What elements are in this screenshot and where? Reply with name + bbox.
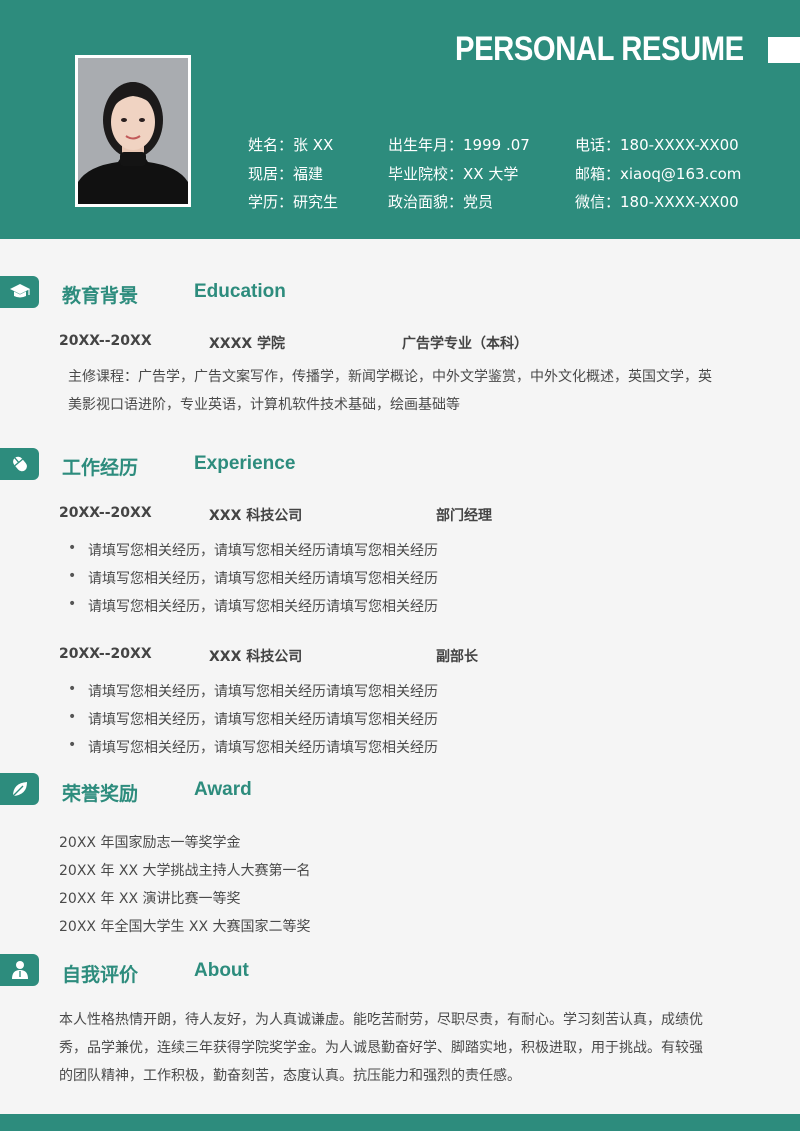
award-item: 20XX 年国家励志一等奖学金: [59, 835, 241, 851]
experience-title-cn: 工作经历: [62, 457, 139, 479]
education-tab: [0, 276, 39, 308]
profile-photo-frame: [75, 55, 191, 207]
education-courses-line1: 主修课程：广告学，广告文案写作，传播学，新闻学概论，中外文学鉴赏，中外文化概述，…: [68, 369, 712, 385]
info-wechat: 微信：180-XXXX-XX00: [575, 193, 739, 211]
graduation-cap-icon: [9, 284, 30, 298]
award-title-cn: 荣誉奖励: [62, 783, 139, 805]
about-title-cn: 自我评价: [62, 964, 139, 986]
job1-item: 请填写您相关经历，请填写您相关经历请填写您相关经历: [68, 568, 438, 588]
education-title-en: Education: [194, 281, 286, 302]
title-accent-bar: [768, 37, 800, 63]
education-courses-line2: 美影视口语进阶，专业英语，计算机软件技术基础，绘画基础等: [68, 397, 460, 413]
job2-item: 请填写您相关经历，请填写您相关经历请填写您相关经历: [68, 737, 438, 757]
info-degree: 学历：研究生: [248, 193, 339, 211]
job2-item: 请填写您相关经历，请填写您相关经历请填写您相关经历: [68, 681, 438, 701]
education-major: 广告学专业（本科）: [402, 336, 528, 352]
job1-period: 20XX--20XX: [59, 505, 152, 521]
mouse-icon: [12, 456, 27, 472]
about-line2: 秀，品学兼优，连续三年获得学院奖学金。为人诚恳勤奋好学、脚踏实地，积极进取，用于…: [59, 1040, 703, 1056]
leaf-icon: [12, 782, 27, 797]
award-item: 20XX 年全国大学生 XX 大赛国家二等奖: [59, 919, 311, 935]
education-school: XXXX 学院: [209, 336, 286, 352]
experience-title-en: Experience: [194, 453, 296, 474]
info-phone: 电话：180-XXXX-XX00: [575, 136, 739, 154]
about-line3: 的团队精神，工作积极，勤奋刻苦，态度认真。抗压能力和强烈的责任感。: [59, 1068, 521, 1084]
job2-item: 请填写您相关经历，请填写您相关经历请填写您相关经历: [68, 709, 438, 729]
info-politics: 政治面貌：党员: [388, 193, 494, 211]
job1-role: 部门经理: [436, 508, 492, 524]
footer-bar: [0, 1114, 800, 1131]
job2-company: XXX 科技公司: [209, 649, 303, 665]
award-tab: [0, 773, 39, 805]
info-name: 姓名：张 XX: [248, 136, 334, 154]
about-tab: [0, 954, 39, 986]
resume-title: PERSONAL RESUME: [455, 30, 744, 68]
job1-item: 请填写您相关经历，请填写您相关经历请填写您相关经历: [68, 596, 438, 616]
about-title-en: About: [194, 960, 249, 981]
award-title-en: Award: [194, 779, 252, 800]
person-icon: [11, 961, 28, 979]
profile-photo: [78, 58, 188, 204]
info-email: 邮箱：xiaoq@163.com: [575, 165, 742, 183]
job1-company: XXX 科技公司: [209, 508, 303, 524]
job2-role: 副部长: [436, 649, 478, 665]
job1-item: 请填写您相关经历，请填写您相关经历请填写您相关经历: [68, 540, 438, 560]
header-banner: PERSONAL RESUME 姓名：张 XX 现居：福建 学历：研究生 出生年…: [0, 0, 800, 239]
info-location: 现居：福建: [248, 165, 324, 183]
award-item: 20XX 年 XX 大学挑战主持人大赛第一名: [59, 863, 311, 879]
award-item: 20XX 年 XX 演讲比赛一等奖: [59, 891, 241, 907]
info-school: 毕业院校：XX 大学: [388, 165, 519, 183]
education-period: 20XX--20XX: [59, 333, 152, 349]
about-line1: 本人性格热情开朗，待人友好，为人真诚谦虚。能吃苦耐劳，尽职尽责，有耐心。学习刻苦…: [59, 1012, 703, 1028]
experience-tab: [0, 448, 39, 480]
info-birth: 出生年月：1999 .07: [388, 136, 530, 154]
job2-period: 20XX--20XX: [59, 646, 152, 662]
education-title-cn: 教育背景: [62, 285, 139, 307]
